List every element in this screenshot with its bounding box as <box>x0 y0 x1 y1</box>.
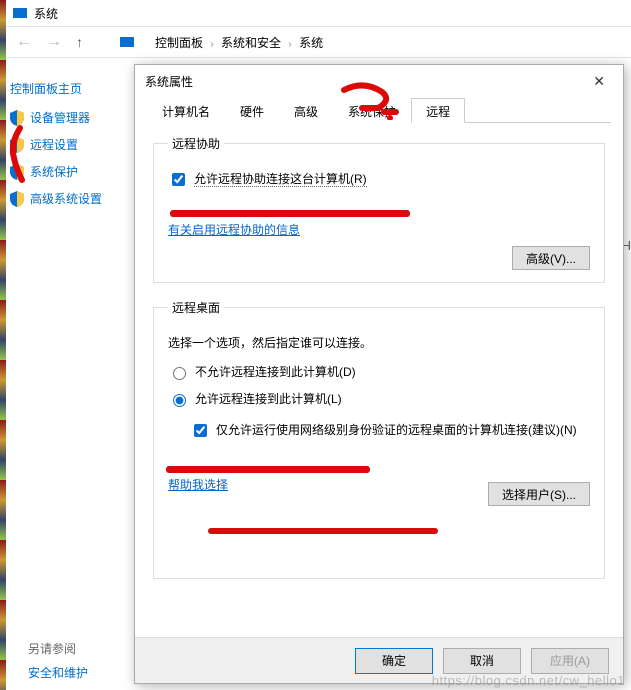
group-remote-desktop: 远程桌面 选择一个选项，然后指定谁可以连接。 不允许远程连接到此计算机(D) 允… <box>153 299 605 579</box>
watermark: https://blog.csdn.net/cw_hello1 <box>432 673 625 688</box>
system-icon <box>12 7 28 19</box>
radio-label: 不允许远程连接到此计算机(D) <box>195 363 356 380</box>
dialog-titlebar: 系统属性 ✕ <box>135 65 623 97</box>
up-arrow-icon[interactable]: ↑ <box>76 34 83 50</box>
ok-button[interactable]: 确定 <box>355 648 433 674</box>
sidebar-item-advanced-settings[interactable]: 高级系统设置 <box>10 190 130 207</box>
link-remote-assistance-info[interactable]: 有关启用远程协助的信息 <box>168 223 300 237</box>
advanced-button[interactable]: 高级(V)... <box>512 246 590 270</box>
window-title: 系统 <box>34 5 58 22</box>
sidebar-title[interactable]: 控制面板主页 <box>10 80 130 97</box>
close-icon[interactable]: ✕ <box>585 71 613 92</box>
breadcrumb[interactable]: 控制面板 › 系统和安全 › 系统 <box>155 34 323 51</box>
group-legend: 远程协助 <box>168 135 224 152</box>
checkbox-label: 仅允许运行使用网络级别身份验证的远程桌面的计算机连接(建议)(N) <box>216 421 577 438</box>
group-remote-assistance: 远程协助 允许远程协助连接这台计算机(R) 有关启用远程协助的信息 高级(V).… <box>153 135 605 283</box>
tab-advanced[interactable]: 高级 <box>279 98 333 123</box>
shield-icon <box>10 191 24 207</box>
select-users-button[interactable]: 选择用户(S)... <box>488 482 590 506</box>
link-help-choose[interactable]: 帮助我选择 <box>168 476 228 493</box>
see-also-link-security[interactable]: 安全和维护 <box>28 664 88 681</box>
shield-icon <box>10 164 24 180</box>
tab-system-protection[interactable]: 系统保护 <box>333 98 411 123</box>
cancel-button[interactable]: 取消 <box>443 648 521 674</box>
window-titlebar: 系统 <box>6 0 631 26</box>
shield-icon <box>10 110 24 126</box>
sidebar-item-label: 设备管理器 <box>30 109 90 126</box>
group-legend: 远程桌面 <box>168 299 224 316</box>
radio-disallow-remote[interactable] <box>173 367 186 380</box>
tab-strip: 计算机名 硬件 高级 系统保护 远程 <box>147 97 611 123</box>
system-properties-dialog: 系统属性 ✕ 计算机名 硬件 高级 系统保护 远程 远程协助 允许远程协助连接这… <box>134 64 624 684</box>
sidebar: 控制面板主页 设备管理器 远程设置 系统保护 高级系统设置 <box>10 80 130 217</box>
forward-arrow-icon: → <box>46 33 62 51</box>
explorer-navbar: ← → ↑ 控制面板 › 系统和安全 › 系统 <box>6 26 631 58</box>
sidebar-item-system-protection[interactable]: 系统保护 <box>10 163 130 180</box>
sidebar-item-device-manager[interactable]: 设备管理器 <box>10 109 130 126</box>
sidebar-item-label: 系统保护 <box>30 163 78 180</box>
sidebar-item-label: 远程设置 <box>30 136 78 153</box>
sidebar-item-label: 高级系统设置 <box>30 190 102 207</box>
back-arrow-icon[interactable]: ← <box>16 33 32 51</box>
system-icon <box>119 36 135 48</box>
checkbox-label: 允许远程协助连接这台计算机(R) <box>194 170 367 187</box>
tab-remote[interactable]: 远程 <box>411 98 465 123</box>
apply-button[interactable]: 应用(A) <box>531 648 609 674</box>
shield-icon <box>10 137 24 153</box>
taskbar-edge <box>0 0 6 690</box>
radio-label: 允许远程连接到此计算机(L) <box>195 390 342 407</box>
tab-hardware[interactable]: 硬件 <box>225 98 279 123</box>
tab-computer-name[interactable]: 计算机名 <box>147 98 225 123</box>
checkbox-nla-only[interactable] <box>194 424 207 437</box>
note-text: 选择一个选项，然后指定谁可以连接。 <box>168 334 590 351</box>
dialog-title: 系统属性 <box>145 73 193 90</box>
sidebar-item-remote-settings[interactable]: 远程设置 <box>10 136 130 153</box>
see-also-header: 另请参阅 <box>28 640 76 657</box>
checkbox-allow-remote-assistance[interactable] <box>172 173 185 186</box>
radio-allow-remote[interactable] <box>173 394 186 407</box>
dialog-body: 远程协助 允许远程协助连接这台计算机(R) 有关启用远程协助的信息 高级(V).… <box>147 127 611 633</box>
